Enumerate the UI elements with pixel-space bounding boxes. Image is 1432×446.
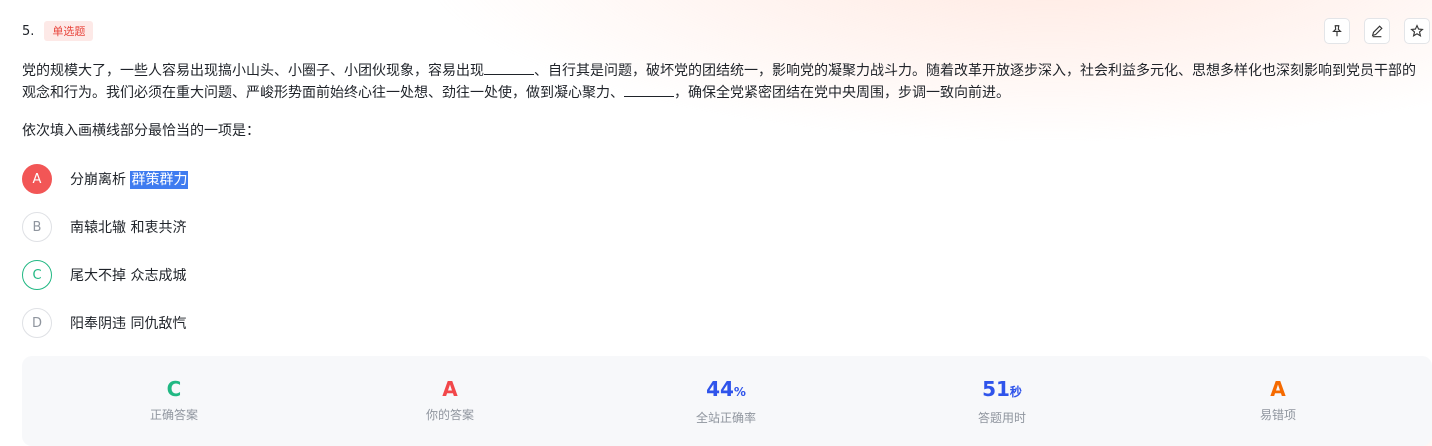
option-letter-badge: C <box>22 260 52 290</box>
stat-your-answer: A 你的答案 <box>350 376 550 423</box>
option-letter-badge: D <box>22 308 52 338</box>
correct-answer-label: 正确答案 <box>149 408 198 422</box>
question-prompt: 依次填入画横线部分最恰当的一项是： <box>22 123 260 139</box>
stat-accuracy: 44% 全站正确率 <box>626 376 826 426</box>
time-label: 答题用时 <box>977 411 1026 425</box>
question-stem: 党的规模大了，一些人容易出现搞小山头、小圈子、小团伙现象，容易出现 、自行其是问题… <box>22 60 1422 104</box>
time-value: 51 <box>982 377 1010 401</box>
your-answer-value: A <box>442 377 458 401</box>
option-text-part2: 众志成城 <box>130 268 187 284</box>
common-wrong-label: 易错项 <box>1259 408 1296 422</box>
option-text-part1: 南辕北辙 <box>70 220 126 236</box>
pin-icon <box>1332 25 1342 37</box>
stem-text-3: ，确保全党紧密团结在党中央周围，步调一致向前进。 <box>674 85 1010 101</box>
option-text: 分崩离析 群策群力 <box>70 169 189 189</box>
option-text-selected: 群策群力 <box>130 171 189 189</box>
common-wrong-value: A <box>1270 377 1286 401</box>
favorite-button[interactable] <box>1404 18 1430 44</box>
time-value-wrap: 51秒 <box>902 376 1102 405</box>
time-unit: 秒 <box>1009 385 1022 399</box>
stat-time: 51秒 答题用时 <box>902 376 1102 426</box>
stat-correct-answer: C 正确答案 <box>74 376 274 423</box>
option-letter-badge: B <box>22 212 52 242</box>
option-letter-badge: A <box>22 164 52 194</box>
option-text: 阳奉阴违 同仇敌忾 <box>70 313 186 333</box>
accuracy-unit: % <box>733 385 746 399</box>
blank-1 <box>484 60 534 75</box>
option-text: 南辕北辙 和衷共济 <box>70 217 186 237</box>
stem-text-1: 党的规模大了，一些人容易出现搞小山头、小圈子、小团伙现象，容易出现 <box>22 63 484 79</box>
accuracy-value: 44 <box>706 377 734 401</box>
question-number: 5. <box>22 23 35 39</box>
stat-common-wrong: A 易错项 <box>1178 376 1378 423</box>
star-icon <box>1410 24 1424 37</box>
option-text: 尾大不掉 众志成城 <box>70 265 186 285</box>
edit-note-button[interactable] <box>1364 18 1390 44</box>
option-text-part2: 和衷共济 <box>130 220 187 236</box>
correct-answer-value: C <box>166 377 182 401</box>
option-a[interactable]: A 分崩离析 群策群力 <box>22 163 189 195</box>
option-text-part1: 分崩离析 <box>70 172 126 188</box>
option-b[interactable]: B 南辕北辙 和衷共济 <box>22 211 186 243</box>
question-header: 5. 单选题 <box>22 20 94 42</box>
option-text-part1: 阳奉阴违 <box>70 316 126 332</box>
option-text-part2: 同仇敌忾 <box>130 316 187 332</box>
pencil-icon <box>1371 25 1383 38</box>
accuracy-label: 全站正确率 <box>695 411 756 425</box>
option-c[interactable]: C 尾大不掉 众志成城 <box>22 259 186 291</box>
accuracy-value-wrap: 44% <box>626 376 826 405</box>
option-text-part1: 尾大不掉 <box>70 268 126 284</box>
blank-2 <box>624 82 674 97</box>
question-type-tag: 单选题 <box>44 21 94 41</box>
option-d[interactable]: D 阳奉阴违 同仇敌忾 <box>22 307 186 339</box>
answer-stats-panel: C 正确答案 A 你的答案 44% 全站正确率 51秒 答题用时 A 易错项 <box>22 356 1432 446</box>
your-answer-label: 你的答案 <box>425 408 474 422</box>
question-toolbar <box>1324 18 1430 44</box>
pin-button[interactable] <box>1324 18 1350 44</box>
